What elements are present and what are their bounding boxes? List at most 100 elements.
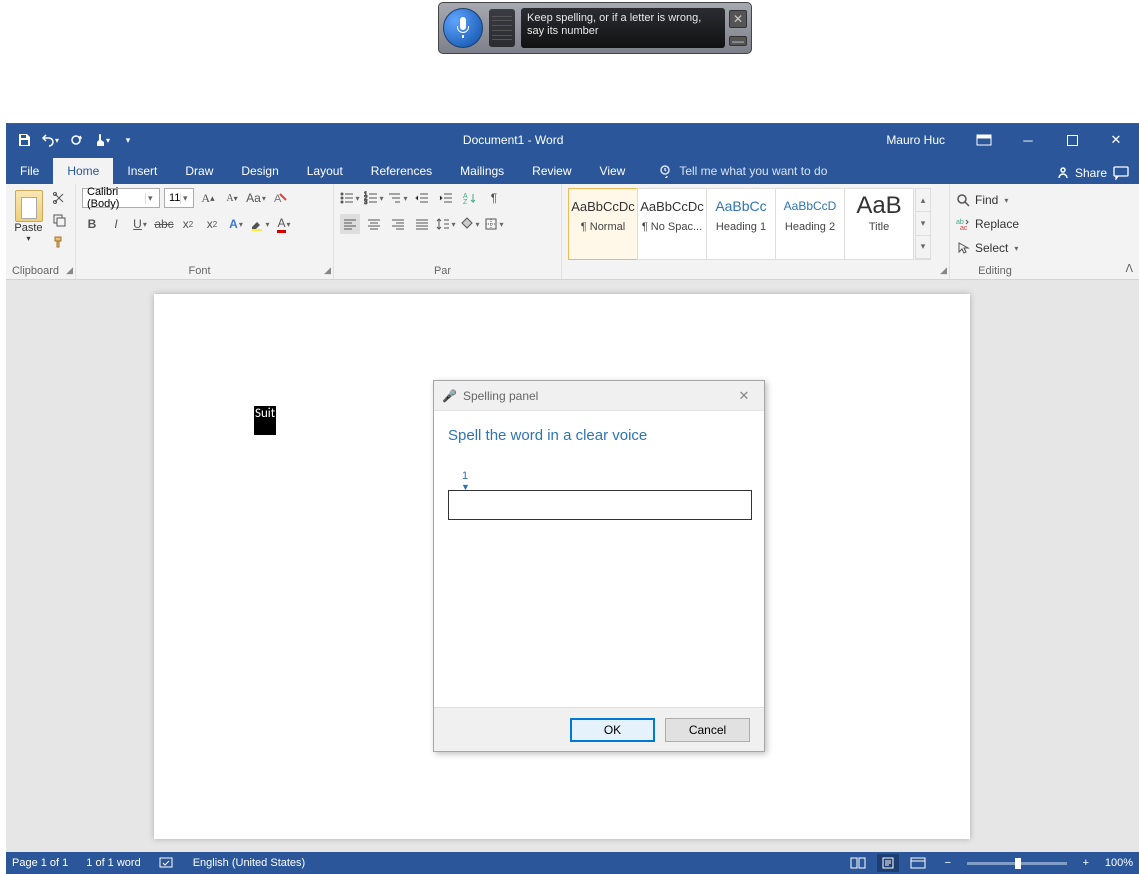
decrease-indent-icon[interactable] [412, 188, 432, 208]
shrink-font-icon[interactable]: A▾ [222, 188, 242, 208]
tab-layout[interactable]: Layout [293, 158, 357, 184]
numbering-icon[interactable]: 123▾ [364, 188, 384, 208]
superscript-icon[interactable]: x2 [202, 214, 222, 234]
selected-text[interactable]: Suit [254, 406, 276, 435]
qat-customize-icon[interactable]: ▾ [116, 128, 140, 152]
tab-insert[interactable]: Insert [113, 158, 171, 184]
ribbon-display-icon[interactable] [963, 124, 1005, 156]
collapse-ribbon-icon[interactable]: ᐱ [1125, 262, 1133, 275]
speech-recognition-widget: Keep spelling, or if a letter is wrong, … [438, 2, 752, 54]
format-painter-icon[interactable] [49, 234, 69, 250]
bullets-icon[interactable]: ▾ [340, 188, 360, 208]
group-font: Calibri (Body)▾ 11▾ A▴ A▾ Aa▾ A B I U▾ a… [76, 184, 334, 279]
language-indicator[interactable]: English (United States) [193, 857, 306, 869]
tab-mailings[interactable]: Mailings [446, 158, 518, 184]
group-label: Font [76, 265, 323, 277]
close-icon[interactable]: ✕ [732, 384, 756, 408]
bold-icon[interactable]: B [82, 214, 102, 234]
touch-mode-icon[interactable]: ▾ [90, 128, 114, 152]
comments-icon[interactable] [1113, 166, 1129, 180]
scroll-down-icon[interactable]: ▾ [916, 212, 930, 235]
group-label: Par [334, 265, 551, 277]
underline-icon[interactable]: U▾ [130, 214, 150, 234]
align-left-icon[interactable] [340, 214, 360, 234]
cut-icon[interactable] [49, 190, 69, 206]
change-case-icon[interactable]: Aa▾ [246, 188, 266, 208]
paste-button[interactable]: Paste ▾ [12, 188, 45, 260]
show-marks-icon[interactable]: ¶ [484, 188, 504, 208]
highlight-icon[interactable]: ▾ [250, 214, 270, 234]
line-spacing-icon[interactable]: ▾ [436, 214, 456, 234]
redo-icon[interactable] [64, 128, 88, 152]
tab-review[interactable]: Review [518, 158, 585, 184]
style-heading1[interactable]: AaBbCc Heading 1 [706, 188, 776, 260]
close-button[interactable]: ✕ [1095, 124, 1137, 156]
tab-design[interactable]: Design [227, 158, 292, 184]
tab-home[interactable]: Home [53, 158, 113, 184]
close-icon[interactable]: ✕ [729, 10, 747, 28]
ok-button[interactable]: OK [570, 718, 655, 742]
tell-me-search[interactable]: Tell me what you want to do [659, 164, 827, 184]
statusbar: Page 1 of 1 1 of 1 word English (United … [6, 852, 1139, 874]
font-name-combo[interactable]: Calibri (Body)▾ [82, 188, 160, 208]
styles-scroll[interactable]: ▴ ▾ ▾ [915, 188, 931, 260]
tab-references[interactable]: References [357, 158, 446, 184]
web-layout-icon[interactable] [907, 854, 929, 872]
spelling-input[interactable] [448, 490, 752, 520]
shading-icon[interactable]: ▾ [460, 214, 480, 234]
user-name[interactable]: Mauro Huc [886, 133, 945, 147]
clear-formatting-icon[interactable]: A [270, 188, 290, 208]
dialog-launcher-icon[interactable]: ◢ [940, 265, 947, 276]
zoom-slider[interactable] [967, 862, 1067, 865]
minimize-icon[interactable]: — [729, 36, 747, 46]
sort-icon[interactable]: AZ [460, 188, 480, 208]
group-editing: Find▾ abac Replace Select▾ Editing [950, 184, 1050, 279]
align-center-icon[interactable] [364, 214, 384, 234]
justify-icon[interactable] [412, 214, 432, 234]
font-color-icon[interactable]: A▾ [274, 214, 294, 234]
read-mode-icon[interactable] [847, 854, 869, 872]
styles-expand-icon[interactable]: ▾ [916, 236, 930, 259]
print-layout-icon[interactable] [877, 854, 899, 872]
cancel-button[interactable]: Cancel [665, 718, 750, 742]
strikethrough-icon[interactable]: abc [154, 214, 174, 234]
style-title[interactable]: AaB Title [844, 188, 914, 260]
tab-view[interactable]: View [586, 158, 640, 184]
font-size-combo[interactable]: 11▾ [164, 188, 194, 208]
tab-file[interactable]: File [6, 158, 53, 184]
maximize-button[interactable] [1051, 124, 1093, 156]
minimize-button[interactable]: ─ [1007, 124, 1049, 156]
microphone-icon[interactable] [443, 8, 483, 48]
subscript-icon[interactable]: x2 [178, 214, 198, 234]
dialog-launcher-icon[interactable]: ◢ [324, 265, 331, 276]
borders-icon[interactable]: ▾ [484, 214, 504, 234]
page-indicator[interactable]: Page 1 of 1 [12, 857, 68, 869]
svg-text:ac: ac [960, 225, 968, 231]
style-heading2[interactable]: AaBbCcD Heading 2 [775, 188, 845, 260]
dialog-launcher-icon[interactable]: ◢ [66, 265, 73, 276]
text-effects-icon[interactable]: A▾ [226, 214, 246, 234]
zoom-level[interactable]: 100% [1105, 857, 1133, 869]
undo-icon[interactable]: ▾ [38, 128, 62, 152]
grow-font-icon[interactable]: A▴ [198, 188, 218, 208]
copy-icon[interactable] [49, 212, 69, 228]
zoom-in-icon[interactable]: + [1075, 854, 1097, 872]
spellcheck-icon[interactable] [159, 856, 175, 870]
tab-draw[interactable]: Draw [171, 158, 227, 184]
save-icon[interactable] [12, 128, 36, 152]
word-count[interactable]: 1 of 1 word [86, 857, 140, 869]
find-button[interactable]: Find▾ [956, 190, 1044, 210]
audio-level-bars [489, 9, 515, 47]
zoom-out-icon[interactable]: − [937, 854, 959, 872]
style-no-spacing[interactable]: AaBbCcDc ¶ No Spac... [637, 188, 707, 260]
scroll-up-icon[interactable]: ▴ [916, 189, 930, 212]
multilevel-list-icon[interactable]: ▾ [388, 188, 408, 208]
increase-indent-icon[interactable] [436, 188, 456, 208]
italic-icon[interactable]: I [106, 214, 126, 234]
share-button[interactable]: Share [1056, 166, 1107, 180]
select-button[interactable]: Select▾ [956, 238, 1044, 258]
dialog-titlebar[interactable]: 🎤 Spelling panel ✕ [434, 381, 764, 411]
style-normal[interactable]: AaBbCcDc ¶ Normal [568, 188, 638, 260]
align-right-icon[interactable] [388, 214, 408, 234]
replace-button[interactable]: abac Replace [956, 214, 1044, 234]
